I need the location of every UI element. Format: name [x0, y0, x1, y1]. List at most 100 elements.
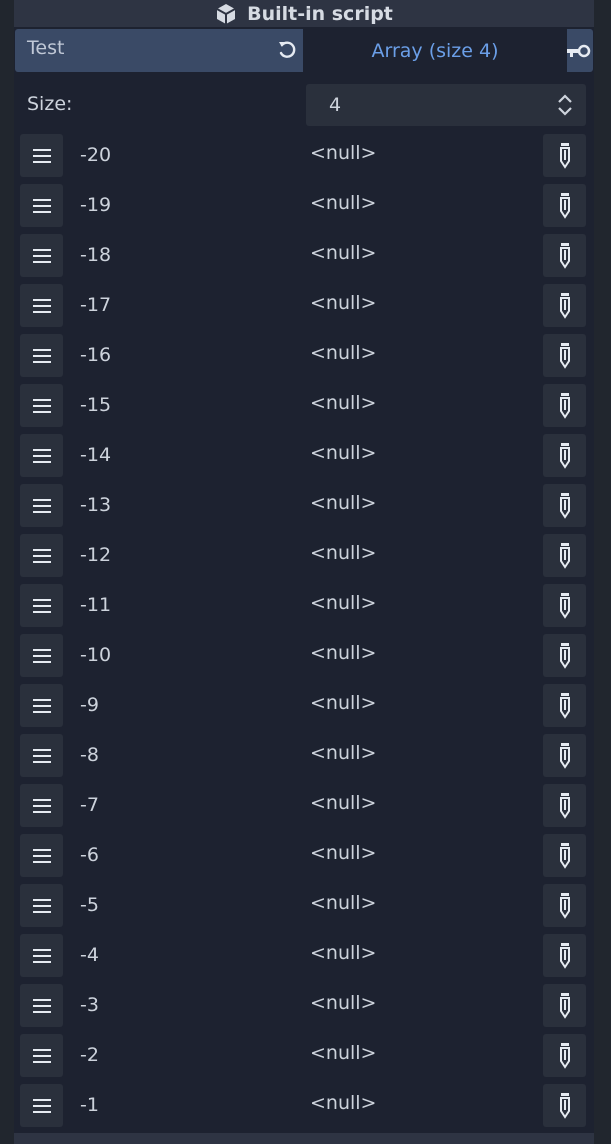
hamburger-icon [32, 298, 51, 313]
element-index: -14 [80, 444, 112, 466]
element-index: -15 [80, 394, 112, 416]
element-value[interactable]: <null> [310, 892, 376, 914]
pencil-icon [559, 742, 570, 769]
array-element-row: -4 <null> [14, 932, 594, 977]
edit-element-button[interactable] [543, 284, 586, 327]
array-element-row: -9 <null> [14, 682, 594, 727]
edit-element-button[interactable] [543, 934, 586, 977]
array-value-button[interactable]: Array (size 4) [303, 29, 567, 72]
element-value[interactable]: <null> [310, 292, 376, 314]
edit-element-button[interactable] [543, 584, 586, 627]
edit-element-button[interactable] [543, 1034, 586, 1077]
hamburger-icon [32, 1048, 51, 1063]
element-value[interactable]: <null> [310, 342, 376, 364]
pencil-icon [559, 842, 570, 869]
element-value[interactable]: <null> [310, 692, 376, 714]
property-row: Test Array (size 4) [15, 29, 593, 72]
size-spinbox[interactable]: 4 [306, 84, 586, 126]
edit-element-button[interactable] [543, 984, 586, 1027]
drag-handle-button[interactable] [20, 184, 63, 227]
pencil-icon [559, 592, 570, 619]
key-icon[interactable] [567, 41, 591, 61]
drag-handle-button[interactable] [20, 984, 63, 1027]
array-element-row: -2 <null> [14, 1032, 594, 1077]
element-value[interactable]: <null> [310, 242, 376, 264]
edit-element-button[interactable] [543, 384, 586, 427]
pencil-icon [559, 542, 570, 569]
edit-element-button[interactable] [543, 1084, 586, 1127]
drag-handle-button[interactable] [20, 934, 63, 977]
hamburger-icon [32, 798, 51, 813]
drag-handle-button[interactable] [20, 1034, 63, 1077]
edit-element-button[interactable] [543, 484, 586, 527]
element-value[interactable]: <null> [310, 442, 376, 464]
edit-element-button[interactable] [543, 184, 586, 227]
drag-handle-button[interactable] [20, 284, 63, 327]
array-element-row: -14 <null> [14, 432, 594, 477]
hamburger-icon [32, 148, 51, 163]
array-element-row: -10 <null> [14, 632, 594, 677]
drag-handle-button[interactable] [20, 234, 63, 277]
element-value[interactable]: <null> [310, 492, 376, 514]
drag-handle-button[interactable] [20, 1084, 63, 1127]
edit-element-button[interactable] [543, 784, 586, 827]
edit-element-button[interactable] [543, 434, 586, 477]
element-value[interactable]: <null> [310, 1092, 376, 1114]
element-value[interactable]: <null> [310, 392, 376, 414]
drag-handle-button[interactable] [20, 534, 63, 577]
drag-handle-button[interactable] [20, 884, 63, 927]
drag-handle-button[interactable] [20, 134, 63, 177]
element-index: -12 [80, 544, 112, 566]
edit-element-button[interactable] [543, 684, 586, 727]
drag-handle-button[interactable] [20, 734, 63, 777]
drag-handle-button[interactable] [20, 584, 63, 627]
element-value[interactable]: <null> [310, 742, 376, 764]
drag-handle-button[interactable] [20, 384, 63, 427]
revert-icon[interactable] [275, 38, 299, 62]
array-element-row: -12 <null> [14, 532, 594, 577]
edit-element-button[interactable] [543, 884, 586, 927]
drag-handle-button[interactable] [20, 434, 63, 477]
element-index: -4 [80, 944, 99, 966]
edit-element-button[interactable] [543, 834, 586, 877]
element-value[interactable]: <null> [310, 792, 376, 814]
footer-bar [14, 1133, 594, 1144]
hamburger-icon [32, 498, 51, 513]
hamburger-icon [32, 1098, 51, 1113]
drag-handle-button[interactable] [20, 834, 63, 877]
element-value[interactable]: <null> [310, 992, 376, 1014]
element-value[interactable]: <null> [310, 592, 376, 614]
edit-element-button[interactable] [543, 334, 586, 377]
section-header[interactable]: Built-in script [14, 0, 594, 27]
element-value[interactable]: <null> [310, 1042, 376, 1064]
edit-element-button[interactable] [543, 534, 586, 577]
array-element-row: -7 <null> [14, 782, 594, 827]
edit-element-button[interactable] [543, 734, 586, 777]
drag-handle-button[interactable] [20, 684, 63, 727]
element-value[interactable]: <null> [310, 942, 376, 964]
element-index: -5 [80, 894, 99, 916]
element-value[interactable]: <null> [310, 542, 376, 564]
edit-element-button[interactable] [543, 234, 586, 277]
element-value[interactable]: <null> [310, 192, 376, 214]
drag-handle-button[interactable] [20, 634, 63, 677]
element-index: -19 [80, 194, 112, 216]
pencil-icon [559, 642, 570, 669]
cube-icon [216, 3, 236, 24]
array-element-row: -15 <null> [14, 382, 594, 427]
pencil-icon [559, 242, 570, 269]
edit-element-button[interactable] [543, 634, 586, 677]
drag-handle-button[interactable] [20, 334, 63, 377]
edit-element-button[interactable] [543, 134, 586, 177]
element-value[interactable]: <null> [310, 142, 376, 164]
pencil-icon [559, 942, 570, 969]
element-value[interactable]: <null> [310, 642, 376, 664]
drag-handle-button[interactable] [20, 484, 63, 527]
element-index: -2 [80, 1044, 99, 1066]
element-index: -3 [80, 994, 99, 1016]
element-value[interactable]: <null> [310, 842, 376, 864]
hamburger-icon [32, 648, 51, 663]
spin-arrows-icon[interactable] [556, 94, 574, 116]
pencil-icon [559, 392, 570, 419]
drag-handle-button[interactable] [20, 784, 63, 827]
